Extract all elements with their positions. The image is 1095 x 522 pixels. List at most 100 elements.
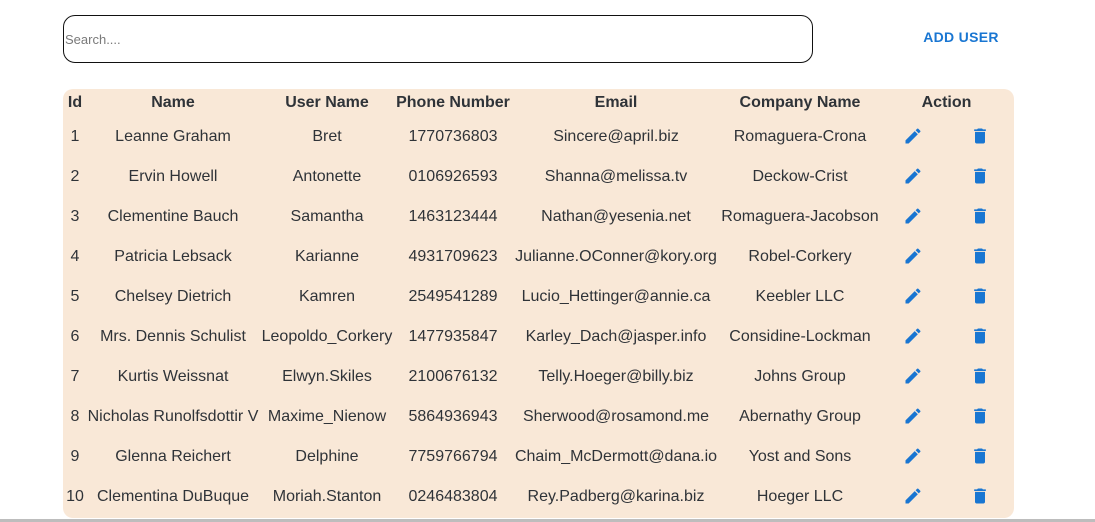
cell-name: Nicholas Runolfsdottir V [87,408,259,425]
cell-phone: 2100676132 [408,368,498,385]
header-email: Email [594,94,638,111]
cell-company: Considine-Lockman [729,328,871,345]
table-row: 10 Clementina DuBuque Moriah.Stanton 024648… [63,477,1014,517]
cell-edit-action [879,397,946,437]
pencil-edit-icon[interactable] [900,203,926,229]
cell-edit-action [879,197,946,237]
trash-delete-icon[interactable] [967,443,993,469]
cell-username: Leopoldo_Corkery [261,328,393,345]
search-input[interactable] [63,15,813,63]
cell-phone: 1463123444 [408,208,498,225]
table-row: 7 Kurtis Weissnat Elwyn.Skiles 2100676132 Te… [63,357,1014,397]
cell-name: Chelsey Dietrich [114,288,232,305]
trash-delete-icon[interactable] [967,123,993,149]
table-row: 9 Glenna Reichert Delphine 7759766794 Chaim_… [63,437,1014,477]
pencil-edit-icon[interactable] [900,443,926,469]
cell-delete-action [946,437,1014,477]
cell-email: Julianne.OConner@kory.org [515,248,717,265]
trash-delete-icon[interactable] [967,283,993,309]
cell-username: Moriah.Stanton [272,488,382,505]
cell-delete-action [946,357,1014,397]
trash-delete-icon[interactable] [967,363,993,389]
cell-phone: 0246483804 [408,488,498,505]
add-user-button[interactable]: ADD USER [912,22,1010,52]
pencil-edit-icon[interactable] [900,283,926,309]
cell-username: Samantha [290,208,364,225]
table-row: 6 Mrs. Dennis Schulist Leopoldo_Corkery 147… [63,317,1014,357]
pencil-edit-icon[interactable] [900,243,926,269]
cell-edit-action [879,357,946,397]
header-company: Company Name [739,94,861,111]
cell-name: Kurtis Weissnat [117,368,229,385]
cell-company: Keebler LLC [755,288,845,305]
cell-name: Leanne Graham [115,128,231,145]
cell-id: 3 [70,208,80,225]
cell-edit-action [879,477,946,517]
cell-company: Johns Group [754,368,846,385]
trash-delete-icon[interactable] [967,243,993,269]
users-table: Id Name User Name Phone Number Email Com… [63,89,1014,517]
cell-email: Shanna@melissa.tv [544,168,688,185]
cell-company: Yost and Sons [748,448,852,465]
pencil-edit-icon[interactable] [900,363,926,389]
users-page: ADD USER Id Name User Name Phone Number [0,0,1095,522]
cell-id: 2 [70,168,80,185]
cell-email: Karley_Dach@jasper.info [525,328,707,345]
pencil-edit-icon[interactable] [900,403,926,429]
table-row: 4 Patricia Lebsack Karianne 4931709623 Julia… [63,237,1014,277]
cell-name: Mrs. Dennis Schulist [100,328,246,345]
cell-name: Clementina DuBuque [96,488,250,505]
table-row: 1 Leanne Graham Bret 1770736803 Sincere@apri… [63,117,1014,157]
cell-email: Chaim_McDermott@dana.io [514,448,718,465]
cell-username: Delphine [295,448,359,465]
header-action: Action [921,94,972,111]
cell-email: Lucio_Hettinger@annie.ca [521,288,711,305]
cell-username: Maxime_Nienow [267,408,387,425]
cell-phone: 1477935847 [408,328,498,345]
trash-delete-icon[interactable] [967,163,993,189]
cell-phone: 0106926593 [408,168,498,185]
cell-username: Bret [312,128,342,145]
header-name: Name [151,94,195,111]
cell-email: Sincere@april.biz [553,128,679,145]
trash-delete-icon[interactable] [967,403,993,429]
cell-edit-action [879,117,946,157]
table-row: 3 Clementine Bauch Samantha 1463123444 Natha… [63,197,1014,237]
table-row: 5 Chelsey Dietrich Kamren 2549541289 Lucio_H… [63,277,1014,317]
cell-id: 9 [70,448,80,465]
cell-company: Robel-Corkery [748,248,852,265]
header-username: User Name [285,94,369,111]
cell-phone: 4931709623 [408,248,498,265]
cell-name: Ervin Howell [128,168,218,185]
cell-email: Nathan@yesenia.net [541,208,691,225]
cell-name: Glenna Reichert [115,448,231,465]
trash-delete-icon[interactable] [967,323,993,349]
cell-email: Sherwood@rosamond.me [522,408,710,425]
cell-username: Antonette [292,168,362,185]
cell-edit-action [879,317,946,357]
cell-delete-action [946,157,1014,197]
cell-id: 1 [70,128,80,145]
cell-company: Deckow-Crist [752,168,848,185]
cell-id: 6 [70,328,80,345]
cell-delete-action [946,317,1014,357]
pencil-edit-icon[interactable] [900,123,926,149]
pencil-edit-icon[interactable] [900,163,926,189]
pencil-edit-icon[interactable] [900,483,926,509]
table-body: 1 Leanne Graham Bret 1770736803 Sincere@apri… [63,117,1014,517]
cell-company: Abernathy Group [739,408,861,425]
cell-id: 8 [70,408,80,425]
cell-id: 10 [66,488,84,505]
table-row: 8 Nicholas Runolfsdottir V Maxime_Nienow 58… [63,397,1014,437]
trash-delete-icon[interactable] [967,203,993,229]
cell-edit-action [879,277,946,317]
cell-phone: 2549541289 [408,288,498,305]
trash-delete-icon[interactable] [967,483,993,509]
cell-delete-action [946,197,1014,237]
cell-company: Romaguera-Jacobson [721,208,879,225]
pencil-edit-icon[interactable] [900,323,926,349]
cell-delete-action [946,237,1014,277]
header-phone: Phone Number [396,94,510,111]
cell-company: Romaguera-Crona [733,128,867,145]
cell-email: Telly.Hoeger@billy.biz [538,368,694,385]
